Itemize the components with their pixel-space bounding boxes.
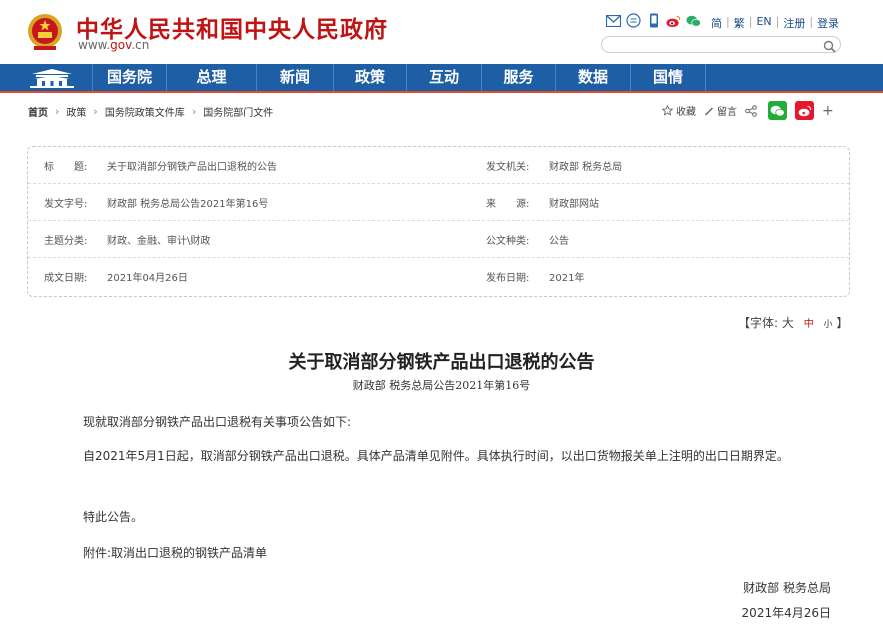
- article-attachment[interactable]: 附件:取消出口退税的钢铁产品清单: [83, 541, 843, 565]
- breadcrumb-policy-library[interactable]: 国务院政策文件库: [105, 104, 185, 119]
- font-size-close: 】: [836, 316, 849, 330]
- nav-item-premier[interactable]: 总理: [166, 64, 256, 91]
- font-size-large[interactable]: 大: [782, 316, 794, 330]
- register-link[interactable]: 注册: [783, 15, 805, 31]
- nav-item-state-council[interactable]: 国务院: [92, 64, 166, 91]
- divider: |: [775, 15, 780, 28]
- nav-divider: [705, 64, 706, 91]
- font-size-control: 【字体: 大 中 小 】: [738, 314, 848, 331]
- favorite-button[interactable]: 收藏: [662, 103, 696, 118]
- article-paragraph: 自2021年5月1日起，取消部分钢铁产品出口退税。具体产品清单见附件。具体执行时…: [83, 449, 789, 463]
- info-value-doc-type: 公告: [549, 236, 569, 247]
- comment-button[interactable]: 留言: [704, 103, 737, 118]
- login-link[interactable]: 登录: [817, 15, 839, 31]
- search-box: [601, 36, 841, 57]
- wechat-share-icon[interactable]: [768, 101, 787, 120]
- divider: |: [726, 15, 730, 28]
- font-size-small[interactable]: 小: [824, 320, 833, 330]
- signature-org: 财政部 税务总局: [743, 581, 831, 595]
- document-info-box: 标 题: 关于取消部分钢铁产品出口退税的公告 发文机关: 财政部 税务总局 发文…: [27, 146, 850, 297]
- top-links: 简 | 繁 | EN | 注册 | 登录: [711, 15, 839, 31]
- info-value-issuer: 财政部 税务总局: [549, 162, 623, 173]
- top-icon-bar: [606, 13, 706, 28]
- info-value-written-date: 2021年04月26日: [107, 273, 188, 284]
- pencil-icon: [705, 107, 713, 115]
- search-icon[interactable]: [823, 38, 836, 53]
- nav-item-data[interactable]: 数据: [555, 64, 630, 91]
- info-label-publish-date: 发布日期:: [486, 273, 530, 284]
- site-url-suffix: .cn: [131, 38, 150, 52]
- breadcrumb: 首页 › 政策 › 国务院政策文件库 › 国务院部门文件: [28, 104, 273, 119]
- lang-english-link[interactable]: EN: [756, 15, 771, 31]
- lang-simplified-link[interactable]: 简: [711, 15, 722, 31]
- info-label-title: 标 题:: [44, 162, 88, 173]
- info-row: 标 题: 关于取消部分钢铁产品出口退税的公告 发文机关: 财政部 税务总局: [28, 147, 849, 184]
- font-size-medium[interactable]: 中: [804, 319, 814, 330]
- article-paragraph: 特此公告。: [83, 510, 144, 524]
- main-nav: 国务院 总理 新闻 政策 互动 服务 数据 国情: [0, 64, 883, 93]
- nav-item-national-info[interactable]: 国情: [630, 64, 705, 91]
- breadcrumb-home[interactable]: 首页: [28, 104, 48, 119]
- info-label-issuer: 发文机关:: [486, 162, 530, 173]
- weibo-icon[interactable]: [666, 13, 681, 28]
- nav-item-policy[interactable]: 政策: [333, 64, 406, 91]
- national-emblem-icon[interactable]: [26, 12, 64, 52]
- share-bar: 收藏 留言 +: [662, 101, 834, 120]
- divider: |: [748, 15, 753, 28]
- font-size-open: 【字体:: [738, 316, 779, 330]
- info-value-title: 关于取消部分钢铁产品出口退税的公告: [107, 162, 277, 173]
- info-label-source: 来 源:: [486, 199, 530, 210]
- site-header: 中华人民共和国中央人民政府 www.gov.cn 简 | 繁 | EN | 注册 | 登…: [0, 0, 883, 64]
- divider: |: [809, 15, 814, 28]
- article-subtitle: 财政部 税务总局公告2021年第16号: [352, 379, 531, 392]
- nav-item-service[interactable]: 服务: [481, 64, 555, 91]
- breadcrumb-department-files[interactable]: 国务院部门文件: [203, 104, 273, 119]
- breadcrumb-policy[interactable]: 政策: [66, 104, 86, 119]
- chevron-right-icon: ›: [191, 105, 197, 118]
- site-url-prefix: www.: [78, 38, 111, 52]
- star-icon: [662, 105, 673, 116]
- favorite-label: 收藏: [676, 107, 696, 118]
- info-row: 成文日期: 2021年04月26日 发布日期: 2021年: [28, 258, 849, 295]
- info-row: 主题分类: 财政、金融、审计\财政 公文种类: 公告: [28, 221, 849, 258]
- comment-label: 留言: [717, 107, 737, 118]
- lang-traditional-link[interactable]: 繁: [734, 15, 745, 31]
- mobile-icon[interactable]: [646, 13, 661, 28]
- home-gate-icon[interactable]: [24, 67, 80, 89]
- info-value-doc-number: 财政部 税务总局公告2021年第16号: [107, 199, 269, 210]
- info-value-category: 财政、金融、审计\财政: [107, 236, 211, 247]
- nav-item-interaction[interactable]: 互动: [406, 64, 481, 91]
- article-paragraph: 现就取消部分钢铁产品出口退税有关事项公告如下:: [83, 415, 352, 429]
- info-label-written-date: 成文日期:: [44, 273, 88, 284]
- weibo-share-icon[interactable]: [795, 101, 814, 120]
- info-value-source: 财政部网站: [549, 199, 599, 210]
- plus-icon[interactable]: +: [822, 103, 834, 119]
- site-url-brand: gov: [110, 38, 132, 52]
- info-row: 发文字号: 财政部 税务总局公告2021年第16号 来 源: 财政部网站: [28, 184, 849, 221]
- info-value-publish-date: 2021年: [549, 273, 585, 284]
- nav-item-news[interactable]: 新闻: [256, 64, 333, 91]
- share-icon[interactable]: [745, 104, 760, 117]
- wechat-icon[interactable]: [686, 13, 701, 28]
- chevron-right-icon: ›: [55, 105, 60, 118]
- info-label-category: 主题分类:: [44, 236, 88, 247]
- info-label-doc-type: 公文种类:: [486, 236, 530, 247]
- message-icon[interactable]: [626, 13, 641, 28]
- signature-date: 2021年4月26日: [741, 606, 831, 620]
- chevron-right-icon: ›: [93, 105, 98, 118]
- article-title: 关于取消部分钢铁产品出口退税的公告: [288, 352, 595, 373]
- info-label-doc-number: 发文字号:: [44, 199, 88, 210]
- site-url[interactable]: www.gov.cn: [78, 38, 149, 52]
- mail-icon[interactable]: [606, 13, 621, 28]
- search-input[interactable]: [610, 41, 825, 57]
